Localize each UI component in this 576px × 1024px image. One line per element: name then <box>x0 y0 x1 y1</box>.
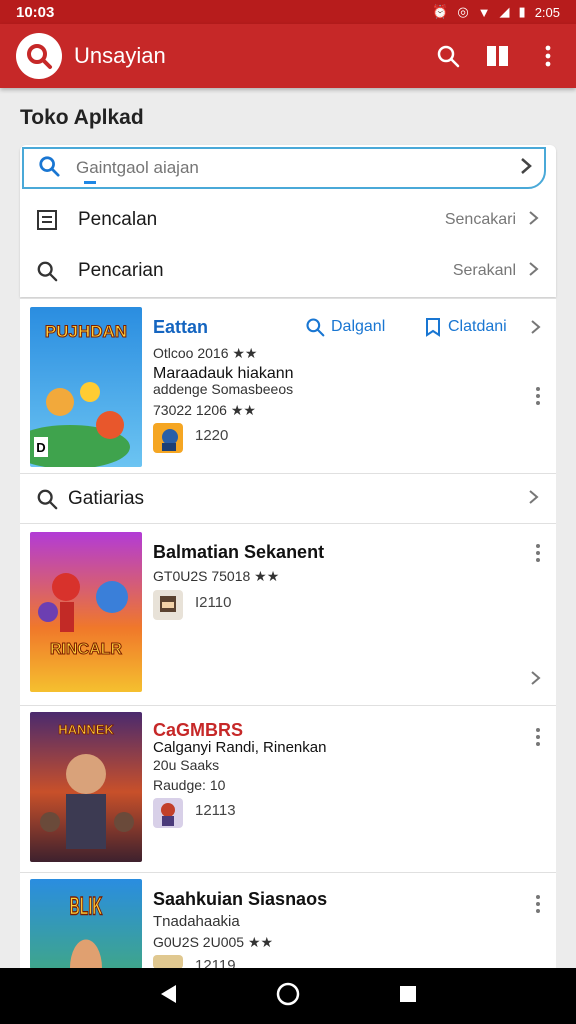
app-cover-image[interactable]: RINCALR <box>30 532 142 692</box>
app-thumbnail <box>153 798 183 828</box>
app-meta: Raudge: 10 <box>153 777 226 793</box>
status-time: 10:03 <box>16 3 55 21</box>
section-label: Gatiarias <box>68 488 145 509</box>
app-cover-image[interactable]: BLIK <box>30 879 142 969</box>
app-description: Calganyi Randi, Rinenkan <box>153 739 327 756</box>
app-thumbnail <box>153 590 183 620</box>
section-gatiarias[interactable]: Gatiarias <box>20 473 556 523</box>
page-title: Toko Aplkad <box>20 106 144 129</box>
row-hint: Serakanl <box>452 262 516 279</box>
chevron-right-icon <box>528 261 540 282</box>
more-vert-icon[interactable] <box>536 387 540 405</box>
search-box[interactable] <box>22 147 546 189</box>
row-pencarian[interactable]: Pencarian Serakanl <box>20 246 556 296</box>
search-icon <box>306 318 325 337</box>
app-bar: Unsayian <box>0 24 576 88</box>
chevron-right-icon[interactable] <box>518 157 534 180</box>
app-thumbnail <box>153 955 183 969</box>
view-columns-icon[interactable] <box>486 42 510 70</box>
app-meta: GT0U2S 75018 ★★ <box>153 568 280 584</box>
cover-title: BLIK <box>70 894 103 921</box>
status-bar: 10:03 ⏰ ◎ ▼ ◢ ▮ 2:05 <box>0 0 576 24</box>
home-icon[interactable] <box>275 981 301 1012</box>
row-label: Pencarian <box>78 260 164 281</box>
search-icon <box>36 488 60 510</box>
app-list-item[interactable]: HANNEK CaGMBRS Calganyi Randi, Rinenkan … <box>20 705 556 872</box>
app-rating: 73022 1206 ★★ <box>153 402 256 418</box>
cover-badge: D <box>36 440 45 455</box>
search-icon <box>38 155 60 182</box>
wifi-icon: ▼ <box>477 4 491 20</box>
app-title: Balmatian Sekanent <box>153 542 325 562</box>
more-vert-icon[interactable] <box>536 42 560 70</box>
row-pencalan[interactable]: Pencalan Sencakari <box>20 195 556 245</box>
back-icon[interactable] <box>158 983 178 1010</box>
row-hint: Sencakari <box>444 211 516 228</box>
app-title: Unsayian <box>74 43 166 68</box>
app-description-2: 20u Saaks <box>153 757 220 773</box>
chevron-right-icon <box>528 210 540 231</box>
search-card: Pencalan Sencakari Pencarian Serakanl <box>20 145 556 297</box>
app-logo-icon[interactable] <box>16 33 62 79</box>
chevron-right-icon <box>528 489 540 510</box>
app-meta: Otlcoo 2016 ★★ <box>153 345 258 361</box>
app-cover-image[interactable]: HANNEK <box>30 712 142 862</box>
app-description-2: addenge Somasbeeos <box>153 381 294 397</box>
search-icon[interactable] <box>436 42 460 70</box>
app-title: Saahkuian Siasnaos <box>153 889 328 909</box>
row-label: Pencalan <box>78 209 158 230</box>
battery-icon: ▮ <box>518 4 526 19</box>
signal-icon: ◢ <box>499 4 510 19</box>
system-nav-bar <box>0 968 576 1024</box>
more-vert-icon[interactable] <box>536 728 540 746</box>
thumbnail-text: 12113 <box>195 802 236 819</box>
chevron-right-icon[interactable] <box>530 670 542 691</box>
cover-title: RINCALR <box>50 641 122 658</box>
alarm-icon: ⏰ <box>432 4 449 19</box>
search-input[interactable] <box>76 158 518 178</box>
battery-text: 2:05 <box>534 4 560 20</box>
featured-app-card[interactable]: D PUJHDAN Eattan Dalganl Clatdani Otlcoo… <box>20 298 556 473</box>
more-vert-icon[interactable] <box>536 544 540 562</box>
thumbnail-text: I2110 <box>195 594 232 611</box>
vibrate-icon: ◎ <box>457 4 469 19</box>
bookmark-icon <box>426 318 440 337</box>
search-progress-indicator <box>84 181 96 184</box>
clatdani-button[interactable]: Clatdani <box>424 317 507 337</box>
app-title: Eattan <box>153 317 209 337</box>
chevron-right-icon[interactable] <box>530 319 542 340</box>
list-icon <box>36 209 60 231</box>
dalganl-button[interactable]: Dalganl <box>305 317 385 337</box>
app-list-item[interactable]: BLIK Saahkuian Siasnaos Tnadahaakia G0U2… <box>20 872 556 974</box>
app-title: CaGMBRS <box>153 720 244 740</box>
app-cover-image[interactable]: D PUJHDAN <box>30 307 142 467</box>
app-meta: G0U2S 2U005 ★★ <box>153 934 274 950</box>
app-description: Tnadahaakia <box>153 913 240 930</box>
cover-title: PUJHDAN <box>45 322 127 341</box>
more-vert-icon[interactable] <box>536 895 540 913</box>
search-icon <box>36 260 60 282</box>
thumbnail-text: 1220 <box>195 427 229 444</box>
cover-title: HANNEK <box>58 722 114 737</box>
recents-icon[interactable] <box>398 984 418 1009</box>
app-thumbnail <box>153 423 183 453</box>
app-list-item[interactable]: RINCALR Balmatian Sekanent GT0U2S 75018 … <box>20 523 556 705</box>
